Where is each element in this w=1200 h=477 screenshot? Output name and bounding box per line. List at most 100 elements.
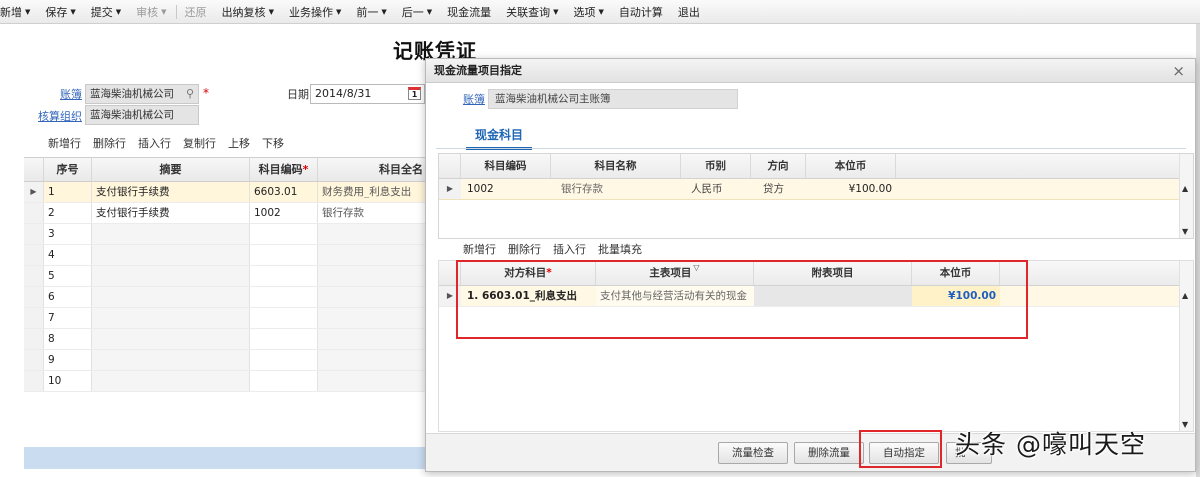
toolbar-item[interactable]: 现金流量 (447, 4, 491, 20)
flow-toolbar-button[interactable]: 插入行 (553, 241, 586, 257)
cash-account-grid: 科目编码 科目名称 币别 方向 本位币 ▶ 1002 银行存款 人民币 贷方 ¥… (438, 153, 1194, 239)
row-no[interactable]: 4 (44, 245, 92, 265)
row-summary[interactable] (92, 371, 250, 391)
row-fullname[interactable] (318, 350, 428, 370)
chevron-down-icon: ▼ (381, 7, 387, 16)
scroll-up-icon[interactable]: ▲ (1182, 291, 1188, 300)
table-row[interactable]: 6 (24, 287, 428, 308)
toolbar-item[interactable]: 前一 ▼ (356, 4, 386, 20)
row-no[interactable]: 7 (44, 308, 92, 328)
row-fullname[interactable] (318, 224, 428, 244)
row-code[interactable] (250, 266, 318, 286)
row-summary[interactable] (92, 245, 250, 265)
delete-flow-button[interactable]: 删除流量 (794, 442, 864, 464)
table-row[interactable]: 5 (24, 266, 428, 287)
row-no[interactable]: 2 (44, 203, 92, 223)
date-input[interactable]: 2014/8/31 1 (310, 84, 425, 104)
table-row[interactable]: 2 支付银行手续费 1002 银行存款 (24, 203, 428, 224)
row-no[interactable]: 9 (44, 350, 92, 370)
search-icon[interactable]: ⚲ (186, 85, 194, 103)
tab-cash-account[interactable]: 现金科目 (466, 126, 532, 150)
grid-toolbar-button[interactable]: 新增行 (48, 135, 81, 151)
row-summary[interactable]: 支付银行手续费 (92, 182, 250, 202)
row-fullname[interactable] (318, 287, 428, 307)
row-summary[interactable] (92, 266, 250, 286)
table-row[interactable]: 9 (24, 350, 428, 371)
row-fullname[interactable]: 银行存款 (318, 203, 428, 223)
grid-toolbar-button[interactable]: 删除行 (93, 135, 126, 151)
row-no[interactable]: 10 (44, 371, 92, 391)
row-summary[interactable]: 支付银行手续费 (92, 203, 250, 223)
row-fullname[interactable] (318, 329, 428, 349)
row-no[interactable]: 8 (44, 329, 92, 349)
scroll-up-icon[interactable]: ▲ (1182, 184, 1188, 193)
table-row[interactable]: ▶ 1 支付银行手续费 6603.01 财务费用_利息支出 (24, 182, 428, 203)
calendar-icon[interactable]: 1 (408, 87, 421, 100)
toolbar-item[interactable]: 还原 (185, 4, 207, 20)
annotation-highlight-flow-row (456, 260, 1028, 339)
toolbar-item[interactable]: 提交 ▼ (91, 4, 121, 20)
row-no[interactable]: 5 (44, 266, 92, 286)
chevron-down-icon: ▼ (335, 7, 342, 16)
row-summary[interactable] (92, 287, 250, 307)
toolbar-item[interactable]: 业务操作 ▼ (289, 4, 341, 20)
dialog-book-label-link[interactable]: 账簿 (463, 91, 485, 107)
toolbar-item[interactable]: 自动计算 (619, 4, 663, 20)
scroll-down-icon[interactable]: ▼ (1182, 227, 1188, 236)
table-row[interactable]: 10 (24, 371, 428, 392)
cash-table-row[interactable]: ▶ 1002 银行存款 人民币 贷方 ¥100.00 (439, 179, 1193, 200)
row-no[interactable]: 3 (44, 224, 92, 244)
row-fullname[interactable] (318, 266, 428, 286)
grid-toolbar-button[interactable]: 下移 (262, 135, 284, 151)
close-icon[interactable]: × (1172, 59, 1185, 83)
row-code[interactable]: 6603.01 (250, 182, 318, 202)
table-row[interactable]: 7 (24, 308, 428, 329)
flow-check-button[interactable]: 流量检查 (718, 442, 788, 464)
book-label-link[interactable]: 账簿 (60, 86, 82, 102)
row-fullname[interactable] (318, 308, 428, 328)
row-code[interactable] (250, 329, 318, 349)
flow-toolbar-button[interactable]: 新增行 (463, 241, 496, 257)
row-code[interactable] (250, 224, 318, 244)
row-indicator: ▶ (24, 182, 44, 202)
toolbar-item[interactable]: 审核 ▼ (136, 4, 166, 20)
grid-toolbar-button[interactable]: 上移 (228, 135, 250, 151)
row-summary[interactable] (92, 350, 250, 370)
scroll-down-icon[interactable]: ▼ (1182, 420, 1188, 429)
row-no[interactable]: 1 (44, 182, 92, 202)
row-code[interactable] (250, 308, 318, 328)
toolbar-item[interactable]: 关联查询 ▼ (506, 4, 558, 20)
toolbar-item[interactable]: 后一 ▼ (402, 4, 432, 20)
cash-row-name: 银行存款 (561, 183, 603, 195)
row-no[interactable]: 6 (44, 287, 92, 307)
row-code[interactable]: 1002 (250, 203, 318, 223)
cash-grid-scrollbar[interactable]: ▲ ▼ (1179, 154, 1193, 238)
row-code[interactable] (250, 287, 318, 307)
toolbar-item[interactable]: 出纳复核 ▼ (222, 4, 274, 20)
row-fullname[interactable] (318, 245, 428, 265)
row-summary[interactable] (92, 329, 250, 349)
grid-toolbar-button[interactable]: 复制行 (183, 135, 216, 151)
grid-toolbar-button[interactable]: 插入行 (138, 135, 171, 151)
row-fullname[interactable]: 财务费用_利息支出 (318, 182, 428, 202)
flow-toolbar-button[interactable]: 删除行 (508, 241, 541, 257)
table-row[interactable]: 8 (24, 329, 428, 350)
flow-toolbar-button[interactable]: 批量填充 (598, 241, 642, 257)
org-label-link[interactable]: 核算组织 (38, 108, 82, 124)
row-code[interactable] (250, 245, 318, 265)
toolbar-item[interactable]: 保存 ▼ (45, 4, 75, 20)
row-code[interactable] (250, 371, 318, 391)
toolbar-item[interactable]: 新增 ▼ (0, 4, 30, 20)
toolbar-item[interactable]: 退出 (678, 4, 700, 20)
toolbar-item-label: 提交 (90, 5, 113, 19)
toolbar-item[interactable]: 选项 ▼ (574, 4, 604, 20)
chevron-down-icon: ▼ (268, 7, 274, 16)
row-code[interactable] (250, 350, 318, 370)
book-field[interactable]: 蓝海柴油机械公司 ⚲ (85, 84, 199, 104)
table-row[interactable]: 3 (24, 224, 428, 245)
row-summary[interactable] (92, 308, 250, 328)
row-fullname[interactable] (318, 371, 428, 391)
row-summary[interactable] (92, 224, 250, 244)
table-row[interactable]: 4 (24, 245, 428, 266)
flow-grid-scrollbar[interactable]: ▲ ▼ (1179, 261, 1193, 431)
